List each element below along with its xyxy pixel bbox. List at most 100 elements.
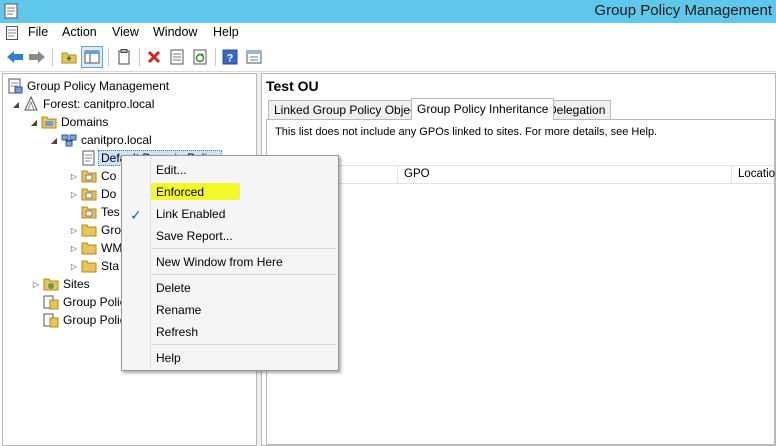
expand-arrow-icon[interactable]: ▷ [31, 280, 41, 289]
tree-item-ou[interactable]: ▷ Do [69, 185, 116, 203]
tree-label: WM [101, 241, 123, 255]
tree-label: Sta [101, 259, 120, 273]
collapse-arrow-icon[interactable]: ◢ [49, 136, 59, 145]
toolbar-separator [108, 48, 109, 66]
toolbar-separator [139, 48, 140, 66]
menu-item-save-report[interactable]: Save Report... [156, 227, 233, 245]
refresh-button[interactable] [189, 46, 211, 68]
folder-icon [81, 224, 97, 237]
toolbar-separator [215, 48, 216, 66]
menu-bar: File Action View Window Help [0, 23, 776, 43]
info-note: This list does not include any GPOs link… [275, 126, 658, 138]
help-button[interactable]: ? [219, 46, 241, 68]
tree-label: Forest: canitpro.local [43, 97, 155, 111]
tree-item-root[interactable]: Group Policy Management [7, 77, 169, 95]
column-gpo[interactable]: GPO [397, 166, 731, 183]
delete-icon [147, 50, 161, 64]
expand-arrow-icon[interactable]: ▷ [69, 244, 79, 253]
tree-item-domains[interactable]: ◢ Domains [29, 113, 108, 131]
up-folder-icon [61, 52, 77, 64]
menu-item-edit[interactable]: Edit... [156, 161, 187, 179]
tree-label: Group Polic [63, 295, 126, 309]
toolbar: ? [0, 43, 776, 72]
tree-label: Sites [63, 277, 90, 291]
tree-item-gpo-container[interactable]: ▷ Gro [69, 221, 121, 239]
tree-item-ou[interactable]: ▷ Co [69, 167, 116, 185]
back-button[interactable] [4, 46, 26, 68]
menu-separator [152, 248, 336, 249]
up-button[interactable] [58, 46, 80, 68]
menu-item-enforced[interactable]: Enforced [156, 183, 204, 201]
tree-label: Domains [61, 115, 109, 129]
gpm-icon [8, 78, 23, 94]
tree-item-gp-results[interactable]: Group Polic [43, 311, 126, 329]
checkmark-icon: ✓ [130, 207, 142, 223]
tab-linked-gpos[interactable]: Linked Group Policy Objects [268, 100, 432, 119]
menu-item-new-window[interactable]: New Window from Here [156, 253, 283, 271]
menu-gutter [150, 158, 151, 368]
ou-folder-icon [81, 170, 97, 183]
menu-item-rename[interactable]: Rename [156, 301, 201, 319]
forward-button[interactable] [26, 46, 48, 68]
expand-arrow-icon[interactable]: ▷ [69, 172, 79, 181]
domains-folder-icon [41, 116, 57, 129]
context-menu: ✓ Edit... Enforced Link Enabled Save Rep… [121, 155, 339, 371]
expand-arrow-icon[interactable]: ▷ [69, 226, 79, 235]
menu-view[interactable]: View [112, 25, 139, 39]
export-list-button[interactable] [243, 46, 265, 68]
gpo-link-icon [82, 150, 95, 166]
document-icon[interactable] [6, 26, 18, 40]
tree-label: canitpro.local [81, 133, 152, 147]
menu-item-link-enabled[interactable]: Link Enabled [156, 205, 225, 223]
gpo-list-header: GPO Location [267, 165, 776, 184]
details-title: Test OU [266, 78, 319, 94]
tree-item-starter-gpos[interactable]: ▷ Sta [69, 257, 119, 275]
tree-label: Tes [101, 205, 120, 219]
export-list-icon [246, 50, 262, 64]
tree-item-ou[interactable]: Tes [81, 203, 120, 221]
tree-item-wmi-filters[interactable]: ▷ WM [69, 239, 122, 257]
forward-arrow-icon [29, 51, 45, 63]
tree-label: Co [101, 169, 117, 183]
menu-item-help[interactable]: Help [156, 349, 181, 367]
help-icon: ? [222, 49, 238, 65]
tree-item-forest[interactable]: ◢ Forest: canitpro.local [11, 95, 154, 113]
copy-icon [118, 49, 130, 65]
delete-button[interactable] [143, 46, 165, 68]
column-location[interactable]: Location [731, 166, 776, 183]
menu-separator [152, 274, 336, 275]
menu-item-refresh[interactable]: Refresh [156, 323, 198, 341]
menu-help[interactable]: Help [213, 25, 239, 39]
domain-icon [61, 134, 77, 147]
folder-icon [81, 242, 97, 255]
properties-button[interactable] [166, 46, 188, 68]
tree-label: Group Polic [63, 313, 126, 327]
svg-text:?: ? [227, 53, 234, 65]
toolbar-separator [52, 48, 53, 66]
forest-icon [24, 96, 38, 111]
copy-button[interactable] [113, 46, 135, 68]
back-arrow-icon [7, 51, 23, 63]
gp-results-icon [43, 313, 59, 328]
gp-modeling-icon [43, 295, 59, 310]
collapse-arrow-icon[interactable]: ◢ [11, 100, 21, 109]
properties-icon [170, 49, 184, 65]
tree-item-domain[interactable]: ◢ canitpro.local [49, 131, 152, 149]
menu-window[interactable]: Window [153, 25, 197, 39]
menu-item-delete[interactable]: Delete [156, 279, 191, 297]
expand-arrow-icon[interactable]: ▷ [69, 190, 79, 199]
show-hide-tree-button[interactable] [81, 46, 103, 68]
folder-icon [81, 260, 97, 273]
show-hide-console-tree-icon [84, 50, 100, 64]
expand-arrow-icon[interactable]: ▷ [69, 262, 79, 271]
menu-action[interactable]: Action [62, 25, 97, 39]
tree-label: Gro [101, 223, 122, 237]
tree-item-sites[interactable]: ▷ Sites [31, 275, 90, 293]
tab-gp-inheritance[interactable]: Group Policy Inheritance [411, 98, 555, 120]
collapse-arrow-icon[interactable]: ◢ [29, 118, 39, 127]
tree-label: Do [101, 187, 117, 201]
menu-separator [152, 344, 336, 345]
menu-file[interactable]: File [28, 25, 48, 39]
app-icon [4, 3, 18, 19]
tree-item-gp-modeling[interactable]: Group Polic [43, 293, 126, 311]
